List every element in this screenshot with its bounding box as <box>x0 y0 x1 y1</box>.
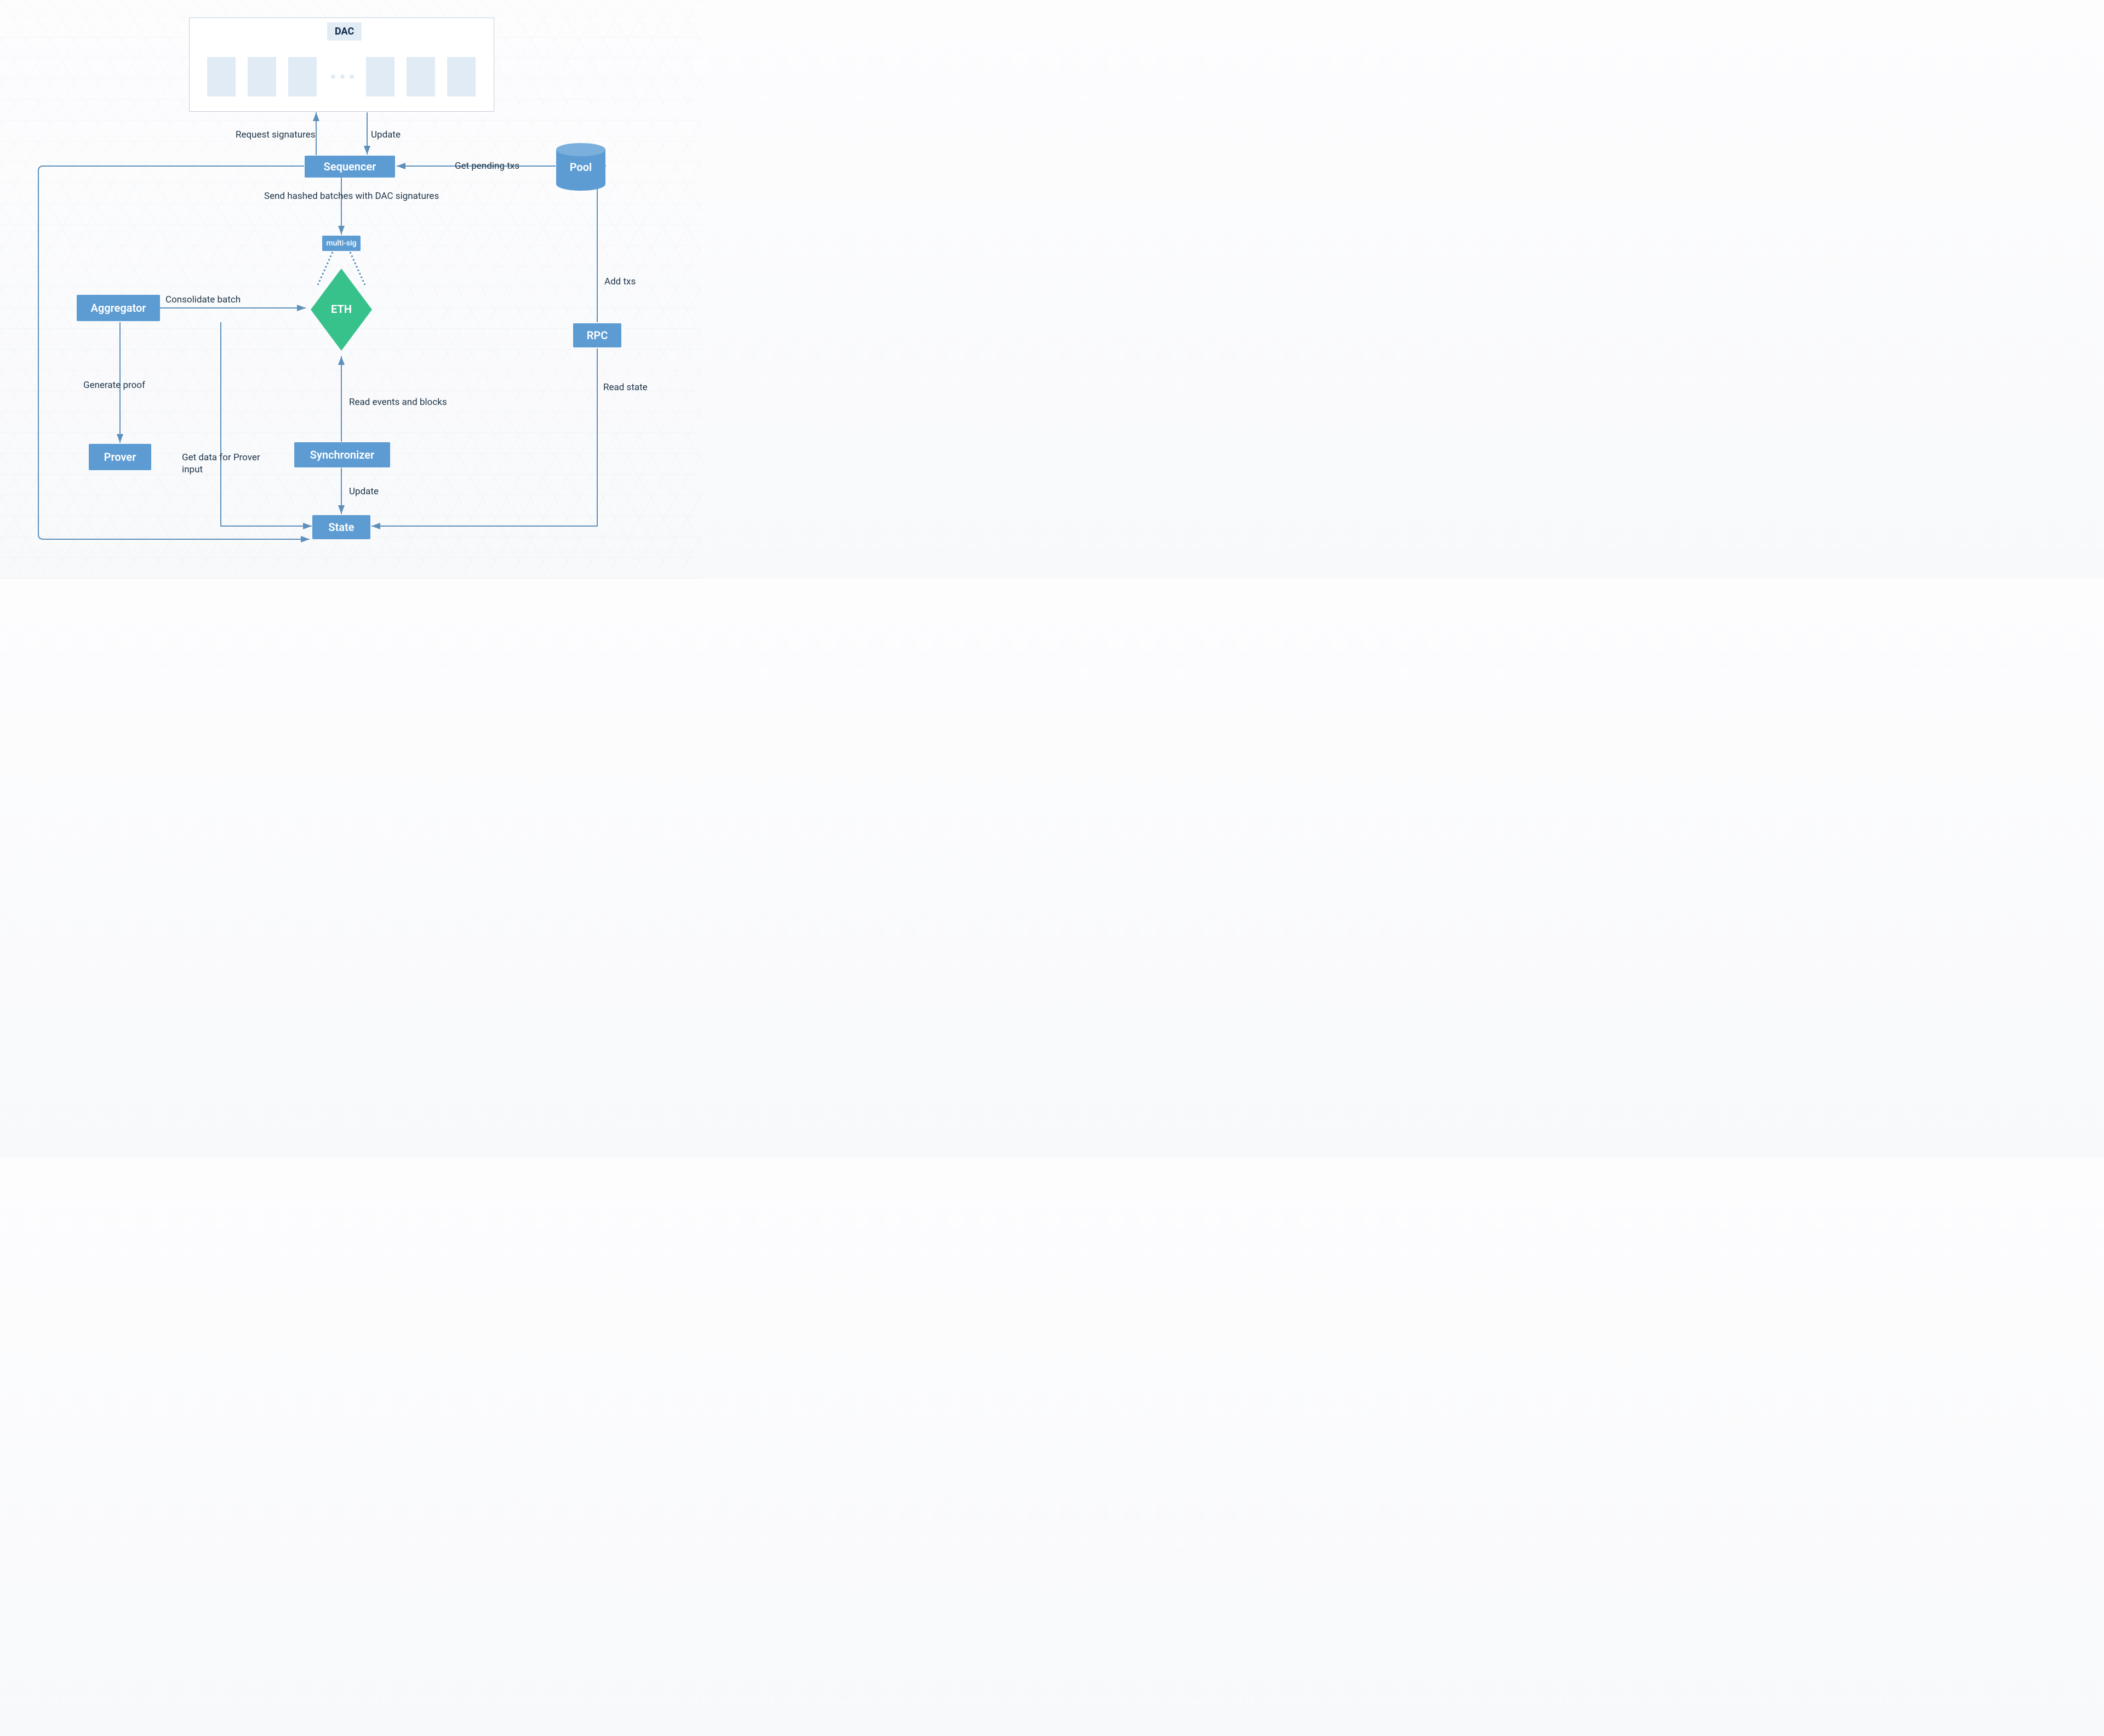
dac-member <box>207 57 236 96</box>
sequencer-node: Sequencer <box>305 156 395 178</box>
dac-ellipsis-icon <box>350 75 354 79</box>
multisig-node: multi-sig <box>322 236 361 251</box>
dac-member <box>248 57 276 96</box>
dac-member <box>366 57 395 96</box>
synchronizer-node: Synchronizer <box>294 442 390 467</box>
node-label: Aggregator <box>91 301 146 315</box>
dac-member <box>288 57 317 96</box>
node-label: Sequencer <box>324 160 376 173</box>
edge-label: Read state <box>603 382 648 393</box>
node-label: Synchronizer <box>310 448 374 461</box>
edge-label: Read events and blocks <box>349 397 447 408</box>
edge-label: Get data for Prover input <box>182 452 264 476</box>
edge-label: Get pending txs <box>455 161 519 172</box>
node-label: Pool <box>556 161 605 174</box>
rpc-node: RPC <box>573 323 621 347</box>
dac-title: DAC <box>327 22 362 41</box>
prover-node: Prover <box>89 444 151 470</box>
node-label: multi-sig <box>326 239 356 248</box>
state-node: State <box>312 515 370 539</box>
dac-ellipsis-icon <box>340 75 345 79</box>
aggregator-node: Aggregator <box>77 295 160 321</box>
node-label: Prover <box>104 450 136 464</box>
edge-label: Update <box>371 129 401 140</box>
dac-member <box>407 57 435 96</box>
edge-label: Update <box>349 486 379 497</box>
edge-label: Send hashed batches with DAC signatures <box>264 191 439 202</box>
node-label: RPC <box>587 329 608 342</box>
dac-member <box>447 57 476 96</box>
edge-label: Generate proof <box>83 380 145 391</box>
node-label: State <box>328 521 354 534</box>
edge-label: Consolidate batch <box>165 294 241 305</box>
edge-label: Add txs <box>604 276 636 287</box>
dac-ellipsis-icon <box>331 75 335 79</box>
node-label: ETH <box>311 302 372 316</box>
edge-label: Request signatures <box>236 129 316 140</box>
pool-node: Pool <box>556 143 605 184</box>
